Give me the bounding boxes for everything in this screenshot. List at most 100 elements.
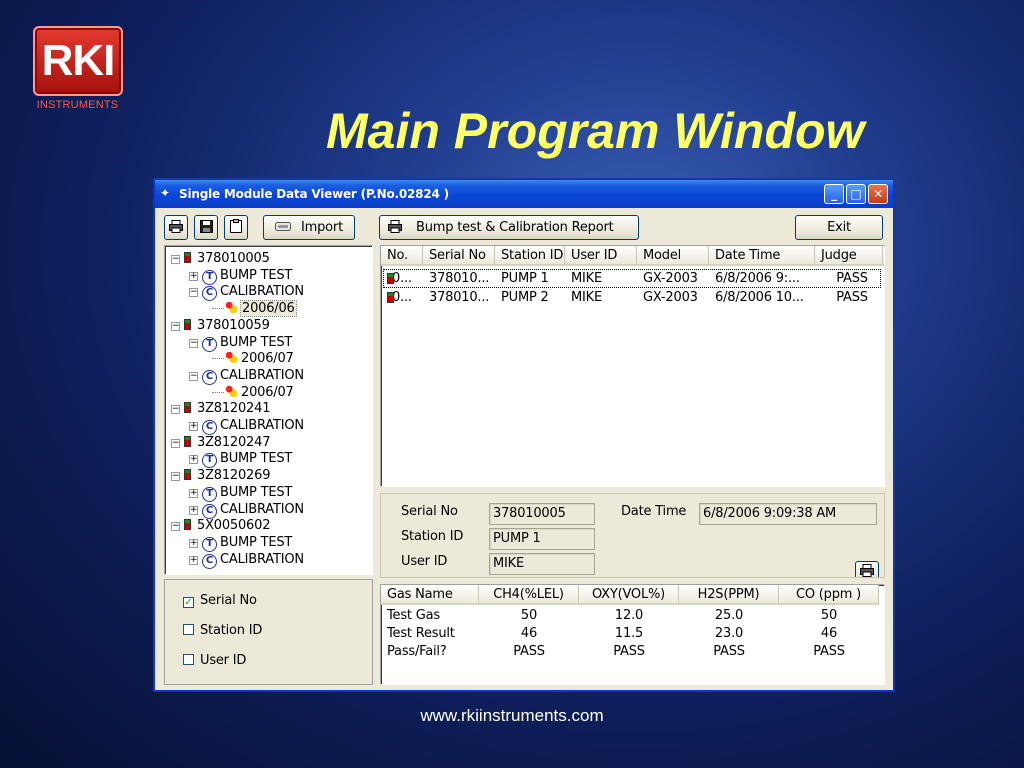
exit-label: Exit xyxy=(827,220,851,235)
table-row[interactable]: 0... 378010... PUMP 2 MIKE GX-2003 6/8/2006 1… xyxy=(384,289,880,306)
expand-icon[interactable]: + xyxy=(189,538,198,548)
expand-icon[interactable]: + xyxy=(189,271,198,281)
rki-logo-subtitle: INSTRUMENTS xyxy=(36,99,119,111)
datetime-field: 6/8/2006 9:09:38 AM xyxy=(699,503,877,525)
tree-node-label: CALIBRATION xyxy=(220,551,304,567)
gas-cell: 11.5 xyxy=(614,626,644,641)
collapse-icon[interactable]: − xyxy=(171,438,180,448)
gas-cell: PASS xyxy=(613,644,645,659)
tree-bump-test[interactable]: + T BUMP TEST xyxy=(189,267,292,285)
tree-bump-test[interactable]: − T BUMP TEST xyxy=(189,334,292,352)
tree-node-label: CALIBRATION xyxy=(220,284,304,300)
user-field: MIKE xyxy=(489,553,595,575)
slide-title: Main Program Window xyxy=(326,103,865,159)
gas-cell: PASS xyxy=(713,644,745,659)
record-icon xyxy=(225,301,237,314)
table-cell: PUMP 2 xyxy=(501,290,549,305)
expand-icon[interactable]: + xyxy=(189,422,198,431)
tree-unit[interactable]: − 5X0050602 xyxy=(171,517,270,534)
tree-calibration[interactable]: + C CALIBRATION xyxy=(189,501,304,519)
tree-bump-test[interactable]: + T BUMP TEST xyxy=(189,484,292,502)
column-header[interactable]: Serial No xyxy=(423,246,495,266)
gas-row: Test Gas 50 12.0 25.0 50 xyxy=(381,607,881,624)
tree-unit[interactable]: − 3Z8120269 xyxy=(171,467,270,484)
column-header[interactable]: Date Time xyxy=(709,246,815,266)
expand-icon[interactable]: + xyxy=(189,455,198,465)
bump-test-icon: T xyxy=(202,336,217,352)
tree-calibration[interactable]: + C CALIBRATION xyxy=(189,551,304,569)
filter-station-id[interactable]: Station ID xyxy=(183,622,262,639)
checkbox-label: Serial No xyxy=(200,593,257,608)
window-titlebar[interactable]: ✦ Single Module Data Viewer (P.No.02824 … xyxy=(155,180,893,208)
tree-calibration[interactable]: − C CALIBRATION xyxy=(189,367,304,385)
detail-print-button[interactable] xyxy=(855,561,879,577)
tree-bump-test[interactable]: + T BUMP TEST xyxy=(189,534,293,552)
serial-field: 378010005 xyxy=(489,503,595,525)
close-button[interactable]: ✕ xyxy=(868,184,888,204)
report-button[interactable]: Bump test & Calibration Report xyxy=(379,215,639,240)
checkbox[interactable] xyxy=(183,624,194,635)
record-list[interactable]: No. Serial No Station ID User ID Model Date T… xyxy=(380,245,885,487)
tree-calibration[interactable]: − C CALIBRATION xyxy=(189,283,304,302)
tree-unit-label: 378010005 xyxy=(197,251,270,266)
column-header[interactable]: Model xyxy=(637,246,709,266)
gas-cell: 25.0 xyxy=(714,608,744,623)
column-header[interactable]: Station ID xyxy=(495,246,565,266)
gas-column-header: H2S(PPM) xyxy=(679,585,779,605)
checkbox[interactable] xyxy=(183,654,194,665)
tree-bump-test[interactable]: + T BUMP TEST xyxy=(189,450,292,469)
floppy-icon xyxy=(199,220,213,233)
collapse-icon[interactable]: − xyxy=(189,288,198,298)
tree-date-label: 2006/06 xyxy=(240,300,297,318)
collapse-icon[interactable]: − xyxy=(189,371,198,381)
tree-date[interactable]: 2006/07 xyxy=(225,384,294,401)
checkbox-label: Station ID xyxy=(200,623,263,638)
table-row[interactable]: 0... 378010... PUMP 1 MIKE GX-2003 6/8/2006 9… xyxy=(383,269,881,288)
calibration-icon: C xyxy=(202,369,217,385)
column-header[interactable]: User ID xyxy=(565,246,637,266)
gas-column-header: CH4(%LEL) xyxy=(479,585,579,605)
tree-unit-label: 3Z8120247 xyxy=(197,434,271,450)
table-cell: PUMP 1 xyxy=(501,271,549,286)
filter-serial-no[interactable]: ✓ Serial No xyxy=(183,592,257,609)
rki-logo-mark: RKI xyxy=(33,26,123,96)
table-cell: 0... xyxy=(392,271,412,286)
collapse-icon[interactable]: − xyxy=(171,405,180,415)
column-header[interactable]: No. xyxy=(381,246,423,266)
column-header[interactable]: Judge xyxy=(815,246,883,266)
gas-cell: PASS xyxy=(513,644,545,659)
tree-date[interactable]: 2006/06 xyxy=(225,300,297,318)
save-button[interactable] xyxy=(194,215,218,240)
tree-unit[interactable]: − 378010005 xyxy=(171,250,270,267)
clipboard-button[interactable] xyxy=(224,215,248,240)
exit-button[interactable]: Exit xyxy=(795,215,883,240)
tree-unit[interactable]: − 3Z8120241 xyxy=(171,400,270,417)
tree-date[interactable]: 2006/07 xyxy=(225,350,294,367)
tree-unit-label: 5X0050602 xyxy=(197,518,271,534)
print-button[interactable] xyxy=(164,215,188,240)
gas-row: Test Result 46 11.5 23.0 46 xyxy=(381,625,881,642)
maximize-button[interactable]: □ xyxy=(846,184,866,204)
printer-icon xyxy=(388,220,402,233)
unit-tree[interactable]: −378010005 + T BUMP TEST − C CALIBRATION 2006/0… xyxy=(164,245,373,575)
calibration-icon: C xyxy=(202,553,217,569)
collapse-icon[interactable]: − xyxy=(171,321,180,331)
tree-unit[interactable]: − 3Z8120247 xyxy=(171,434,270,451)
expand-icon[interactable]: + xyxy=(189,555,198,565)
tree-node-label: BUMP TEST xyxy=(220,534,293,550)
expand-icon[interactable]: + xyxy=(189,505,198,515)
expand-icon[interactable]: + xyxy=(189,488,198,498)
collapse-icon[interactable]: − xyxy=(171,522,180,532)
table-cell: PASS xyxy=(836,271,868,286)
tree-unit[interactable]: − 378010059 xyxy=(171,317,270,334)
import-button[interactable]: Import xyxy=(263,215,355,240)
station-label: Station ID xyxy=(401,529,464,544)
checkbox[interactable]: ✓ xyxy=(183,597,194,608)
filter-user-id[interactable]: User ID xyxy=(183,652,246,669)
collapse-icon[interactable]: − xyxy=(171,255,180,264)
instrument-icon xyxy=(184,318,191,330)
collapse-icon[interactable]: − xyxy=(171,472,180,482)
tree-calibration[interactable]: + C CALIBRATION xyxy=(189,417,304,435)
collapse-icon[interactable]: − xyxy=(189,338,198,348)
minimize-button[interactable]: _ xyxy=(824,184,844,204)
